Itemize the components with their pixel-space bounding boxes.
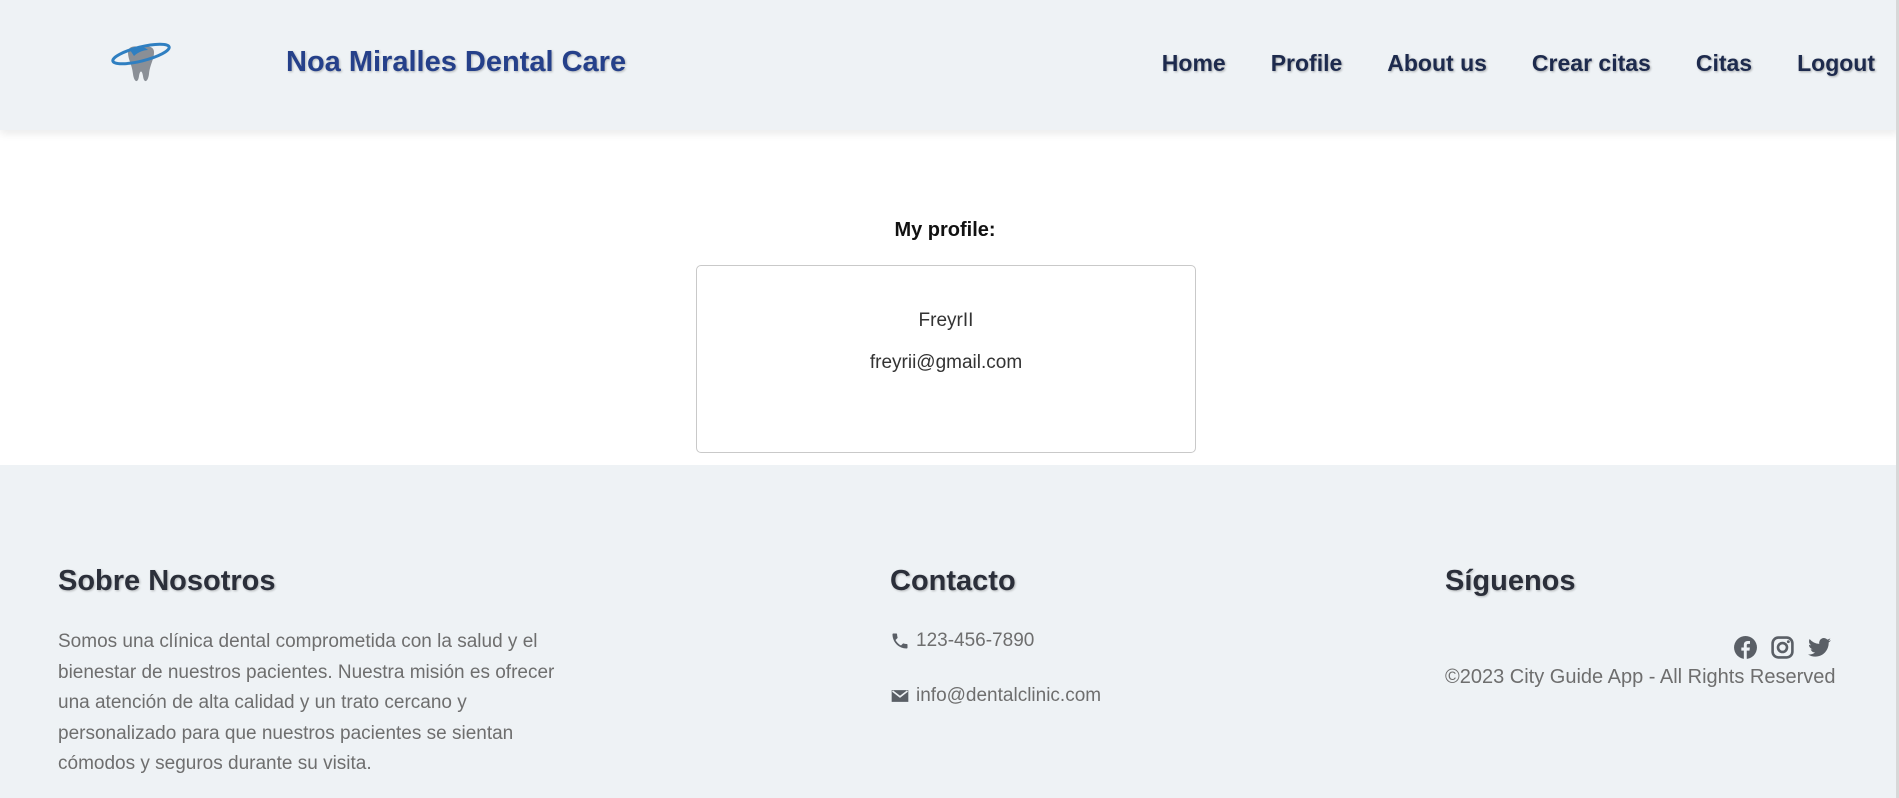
follow-heading: Síguenos: [1445, 565, 1576, 597]
profile-email: freyrii@gmail.com: [869, 352, 1023, 373]
contact-phone-text: 123-456-7890: [916, 630, 1035, 651]
social-icons: [1733, 635, 1832, 660]
contact-email: info@dentalclinic.com: [890, 685, 1101, 707]
tooth-logo-icon[interactable]: [110, 38, 172, 86]
nav-profile-link[interactable]: Profile: [1271, 50, 1343, 77]
twitter-icon[interactable]: [1807, 635, 1832, 660]
profile-title: My profile:: [894, 219, 996, 241]
contact-phone: 123-456-7890: [890, 630, 1034, 652]
nav-home-link[interactable]: Home: [1162, 50, 1226, 77]
instagram-icon[interactable]: [1770, 635, 1795, 660]
brand-title[interactable]: Noa Miralles Dental Care: [286, 46, 626, 79]
footer: Sobre Nosotros Somos una clínica dental …: [0, 465, 1899, 798]
contact-heading: Contacto: [890, 565, 1016, 597]
copyright-text: ©2023 City Guide App - All Rights Reserv…: [1445, 666, 1836, 688]
contact-email-text[interactable]: info@dentalclinic.com: [916, 685, 1101, 707]
nav-crear-citas-link[interactable]: Crear citas: [1532, 50, 1651, 77]
page: Noa Miralles Dental Care Home Profile Ab…: [0, 0, 1899, 798]
about-heading: Sobre Nosotros: [58, 565, 276, 597]
nav-citas-link[interactable]: Citas: [1696, 50, 1752, 77]
phone-icon: [892, 633, 908, 649]
main-nav: Home Profile About us Crear citas Citas …: [1162, 50, 1875, 77]
profile-name: FreyrII: [918, 310, 974, 331]
facebook-icon[interactable]: [1733, 635, 1758, 660]
top-navbar: Noa Miralles Dental Care Home Profile Ab…: [0, 0, 1899, 130]
envelope-icon: [891, 690, 909, 702]
profile-card: FreyrII freyrii@gmail.com: [696, 265, 1196, 453]
nav-logout-link[interactable]: Logout: [1797, 50, 1875, 77]
about-text: Somos una clínica dental comprometida co…: [58, 631, 555, 774]
nav-about-link[interactable]: About us: [1387, 50, 1487, 77]
